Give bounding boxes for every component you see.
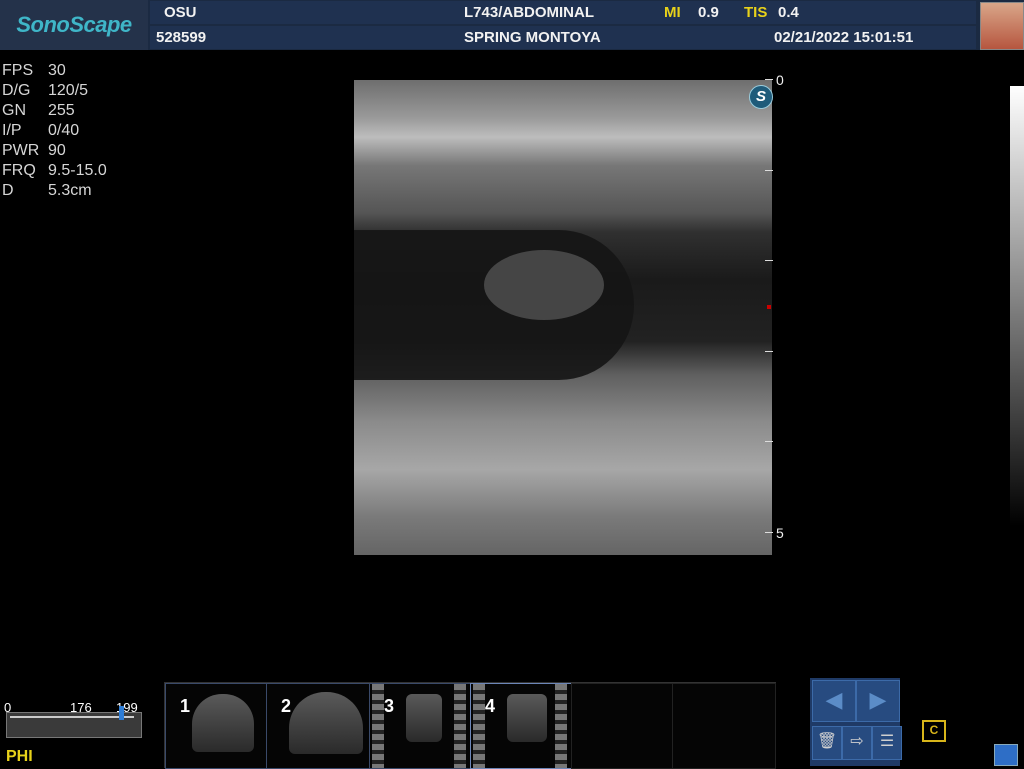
param-value: 5.3cm: [48, 182, 92, 199]
param-value: 30: [48, 62, 66, 79]
param-row: I/P 0/40: [2, 121, 107, 141]
thumbnail-index: 2: [281, 696, 292, 716]
depth-tick: [765, 441, 773, 442]
ultrasound-image[interactable]: [354, 80, 772, 555]
thumbnail-3[interactable]: 3: [369, 683, 471, 769]
mi-value: 0.9: [698, 4, 719, 21]
network-icon[interactable]: [994, 744, 1018, 766]
info-row-2: 528599 SPRING MONTOYA 02/21/2022 15:01:5…: [150, 26, 976, 49]
depth-tick: [765, 170, 773, 171]
depth-tick: [765, 532, 773, 533]
param-value: 120/5: [48, 82, 89, 99]
thumbnail-4[interactable]: 4: [470, 683, 572, 769]
phi-slider[interactable]: 0 176 199: [4, 700, 142, 738]
param-key: FRQ: [2, 162, 36, 179]
thumbnail-empty: [571, 683, 673, 769]
imaging-parameters: FPS 30 D/G 120/5 GN 255 I/P 0/40 PWR 90 FRQ 9.…: [2, 61, 107, 201]
param-row: PWR 90: [2, 141, 107, 161]
param-row: D 5.3cm: [2, 181, 107, 201]
cine-thumbnails: 1 2 3 4: [164, 682, 776, 769]
exam-datetime: 02/21/2022 15:01:51: [774, 29, 914, 46]
thumbnail-1[interactable]: 1: [165, 683, 267, 769]
param-key: I/P: [2, 122, 22, 139]
probe-preset[interactable]: L743/ABDOMINAL: [464, 4, 594, 21]
patient-name: SPRING MONTOYA: [464, 29, 601, 46]
depth-tick: [765, 260, 773, 261]
institution-name: OSU: [164, 4, 197, 21]
thumbnail-index: 3: [384, 696, 395, 716]
thumbnail-image: [406, 694, 442, 742]
top-info-bar: SonoScape OSU L743/ABDOMINAL MI 0.9 TIS …: [0, 0, 1024, 50]
echogenic-structure: [484, 250, 604, 320]
focus-marker-icon: [767, 305, 771, 309]
param-row: FPS 30: [2, 61, 107, 81]
phi-knob[interactable]: [119, 706, 125, 720]
chevron-left-icon[interactable]: ◀: [812, 680, 856, 722]
param-key: PWR: [2, 142, 40, 159]
filmstrip-icon: [372, 684, 384, 768]
grayscale-bar: [1010, 86, 1024, 526]
param-row: FRQ 9.5-15.0: [2, 161, 107, 181]
thumbnail-image: [289, 692, 363, 754]
param-key: GN: [2, 102, 26, 119]
param-value: 90: [48, 142, 66, 159]
filmstrip-icon: [473, 684, 485, 768]
brand-logo: SonoScape: [0, 0, 148, 50]
chevron-right-icon[interactable]: ▶: [856, 680, 900, 722]
filmstrip-icon: [555, 684, 567, 768]
phi-line: [10, 716, 134, 718]
thumbnail-controls: ◀ ▶ 🗑 ⇨ ☰: [810, 678, 902, 766]
patient-id: 528599: [156, 29, 207, 46]
sonoscape-badge-icon: S: [749, 85, 773, 109]
tis-label: TIS: [744, 4, 768, 21]
thumbnail-image: [192, 694, 254, 752]
param-row: D/G 120/5: [2, 81, 107, 101]
thumbnail-index: 1: [180, 696, 191, 716]
organ-preset-icon[interactable]: [980, 2, 1024, 50]
param-key: FPS: [2, 62, 34, 79]
param-key: D: [2, 182, 14, 199]
depth-tick: [765, 351, 773, 352]
param-value: 255: [48, 102, 75, 119]
export-icon[interactable]: ⇨: [842, 726, 872, 760]
thumbnail-empty: [672, 683, 776, 769]
trash-icon[interactable]: 🗑: [812, 726, 842, 760]
param-value: 0/40: [48, 122, 80, 139]
depth-tick: [765, 79, 773, 80]
phi-label: PHI: [6, 748, 33, 765]
info-row-1: OSU L743/ABDOMINAL MI 0.9 TIS 0.4: [150, 1, 976, 24]
depth-label-top: 0: [776, 72, 784, 88]
param-row: GN 255: [2, 101, 107, 121]
checklist-icon[interactable]: ☰: [872, 726, 902, 760]
depth-label-bottom: 5: [776, 525, 784, 541]
filmstrip-icon: [454, 684, 466, 768]
param-key: D/G: [2, 82, 31, 99]
thumbnail-image: [507, 694, 547, 742]
mi-label: MI: [664, 4, 681, 21]
thumbnail-2[interactable]: 2: [266, 683, 370, 769]
cine-icon[interactable]: C: [922, 720, 946, 742]
tis-value: 0.4: [778, 4, 799, 21]
param-value: 9.5-15.0: [48, 162, 107, 179]
thumbnail-index: 4: [485, 696, 496, 716]
